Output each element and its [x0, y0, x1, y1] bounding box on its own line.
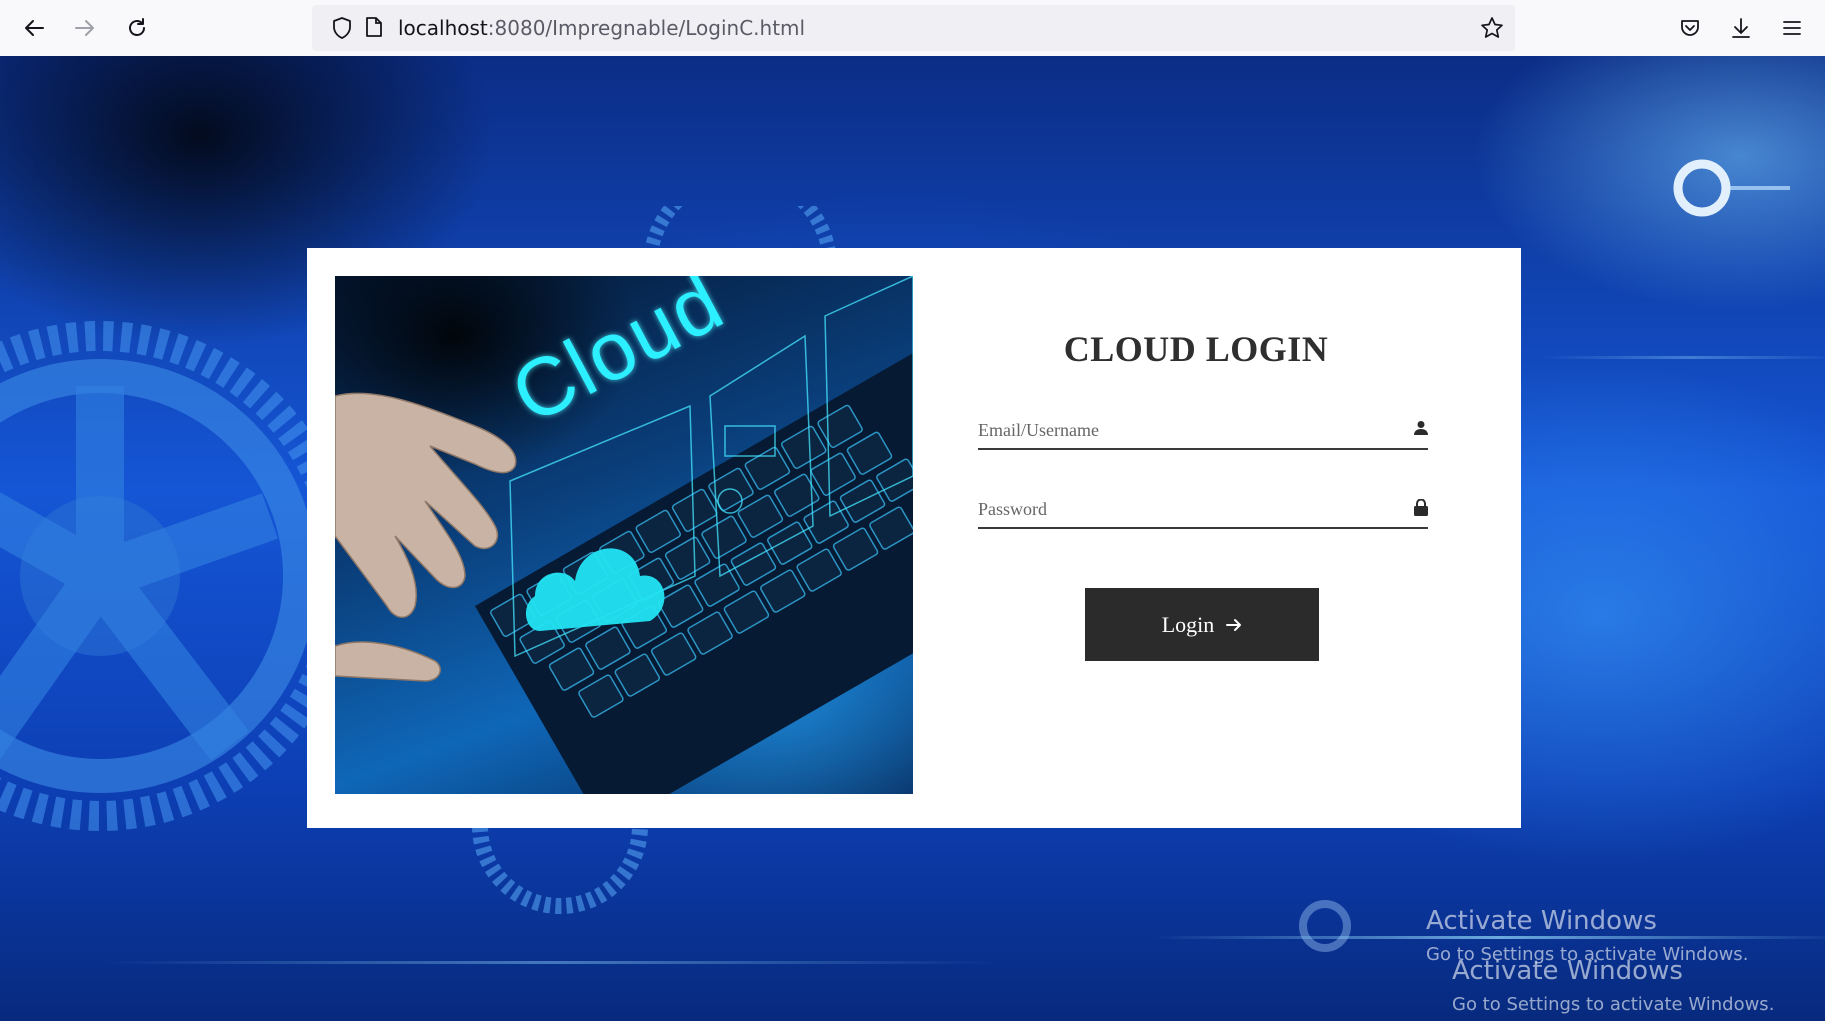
download-icon[interactable] [1723, 10, 1759, 46]
page-title: CLOUD LOGIN [1063, 329, 1329, 369]
shield-icon-glyph [332, 17, 352, 44]
watermark-subtitle-2: Go to Settings to activate Windows. [1452, 994, 1775, 1015]
login-button[interactable]: Login [1085, 588, 1319, 661]
forward-arrow-icon[interactable] [67, 10, 103, 46]
light-streak [1150, 936, 1825, 939]
faint-ring-icon [1299, 900, 1351, 952]
password-field [978, 493, 1428, 529]
back-arrow-icon[interactable] [16, 10, 52, 46]
user-icon [1414, 420, 1428, 441]
title-wrap: CLOUD LOGIN [307, 328, 1521, 370]
watermark-title-2: Activate Windows [1452, 956, 1683, 986]
watermark-title: Activate Windows [1426, 906, 1657, 936]
page-background: Cloud CLOUD LOGIN Login Activate Windows… [0, 56, 1825, 1021]
ring-icon [1673, 159, 1790, 217]
page-icon [365, 16, 383, 43]
url-bar[interactable]: localhost:8080/Impregnable/LoginC.html [312, 5, 1515, 51]
url-text[interactable]: localhost:8080/Impregnable/LoginC.html [398, 5, 805, 51]
bottom-gear-icon [472, 826, 648, 914]
password-input[interactable] [978, 493, 1388, 525]
arrow-right-icon [1226, 618, 1242, 631]
login-button-label: Login [1161, 611, 1215, 637]
url-host: localhost [398, 16, 488, 40]
light-streak [1540, 356, 1825, 359]
url-path: :8080/Impregnable/LoginC.html [487, 16, 806, 40]
lock-icon [1414, 498, 1428, 521]
reload-icon[interactable] [119, 10, 155, 46]
username-input[interactable] [978, 414, 1388, 446]
username-field [978, 414, 1428, 450]
star-icon[interactable] [1480, 16, 1504, 45]
login-card: Cloud CLOUD LOGIN Login [307, 248, 1521, 828]
light-streak [100, 961, 1000, 964]
gear-icon [0, 321, 310, 831]
menu-icon[interactable] [1774, 10, 1810, 46]
pocket-icon[interactable] [1672, 10, 1708, 46]
browser-toolbar: localhost:8080/Impregnable/LoginC.html [0, 0, 1825, 56]
